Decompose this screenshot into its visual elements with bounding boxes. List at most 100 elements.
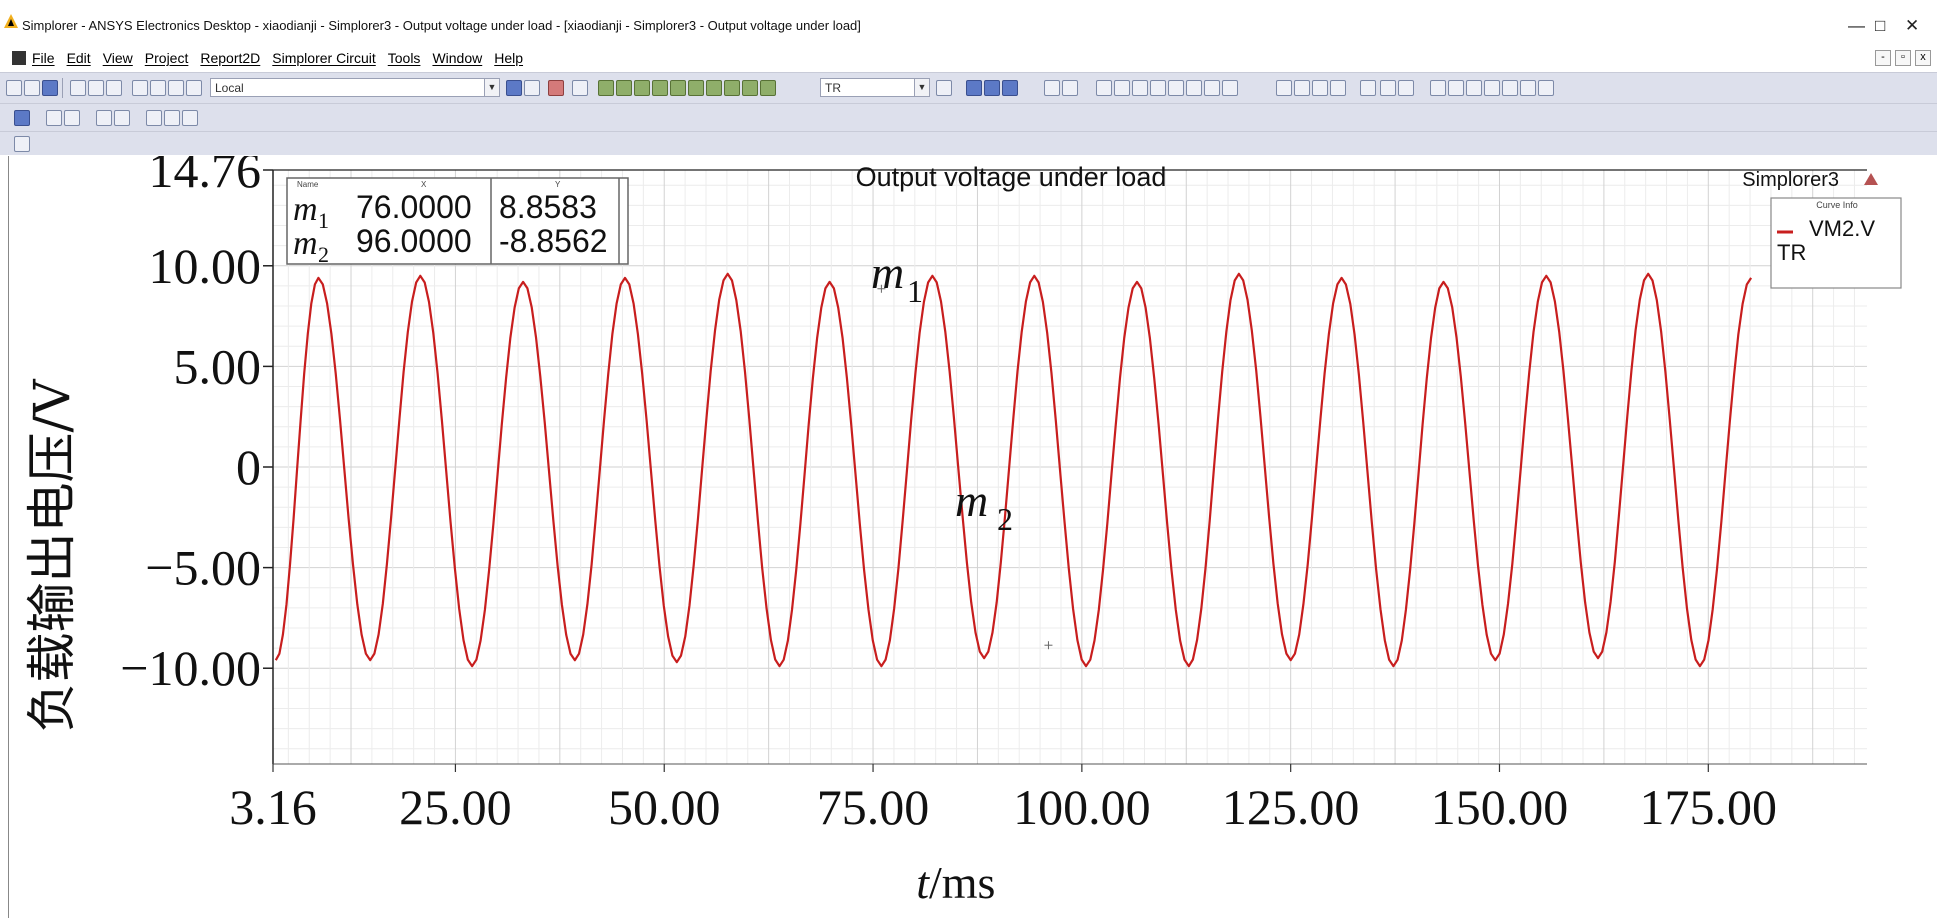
plot-icon-5[interactable] xyxy=(670,80,686,96)
y-tick-label: 10.00 xyxy=(149,238,262,294)
nav-prev-icon[interactable] xyxy=(1294,80,1310,96)
marker-label-m2-sub: 2 xyxy=(997,501,1013,537)
x-tick-label: 3.16 xyxy=(229,779,317,835)
layout-icon-1[interactable] xyxy=(1380,80,1396,96)
menu-edit[interactable]: Edit xyxy=(67,50,91,66)
marker-table-header-name: Name xyxy=(297,180,319,189)
layout-icon-3[interactable] xyxy=(1430,80,1446,96)
plot-icon-2[interactable] xyxy=(616,80,632,96)
legend-series-sub: TR xyxy=(1777,240,1806,265)
delete-icon[interactable] xyxy=(150,80,166,96)
menu-tools[interactable]: Tools xyxy=(388,50,421,66)
rotate-icon[interactable] xyxy=(46,110,62,126)
x-axis-label-unit: /ms xyxy=(929,857,995,908)
camera-icon[interactable] xyxy=(1360,80,1376,96)
redo-icon[interactable] xyxy=(186,80,202,96)
minimize-button[interactable]: — xyxy=(1848,16,1865,36)
layout-icon-7[interactable] xyxy=(1502,80,1518,96)
pause-icon[interactable] xyxy=(984,80,1000,96)
analysis-location-combo[interactable]: Local ▼ xyxy=(210,78,500,97)
plot-icon-10[interactable] xyxy=(760,80,776,96)
zoom-icon-8[interactable] xyxy=(1222,80,1238,96)
chevron-down-icon[interactable]: ▼ xyxy=(484,79,499,96)
menu-file[interactable]: File xyxy=(32,50,55,66)
zoom-icon-5[interactable] xyxy=(1168,80,1184,96)
menu-view[interactable]: View xyxy=(103,50,133,66)
print-icon[interactable] xyxy=(132,80,148,96)
zoom-icon-2[interactable] xyxy=(1114,80,1130,96)
zoom-icon-3[interactable] xyxy=(1132,80,1148,96)
legend[interactable]: Curve Info VM2.V TR xyxy=(1770,197,1902,289)
zoom-icon-7[interactable] xyxy=(1204,80,1220,96)
probe-icon[interactable] xyxy=(1044,80,1060,96)
chart-svg[interactable]: 14.76 10.00 5.00 0 −5.00 −10.00 3.16 25.00 50.00… xyxy=(9,156,1933,918)
plot-icon-6[interactable] xyxy=(688,80,704,96)
marker-icon[interactable] xyxy=(1062,80,1078,96)
open-icon[interactable] xyxy=(24,80,40,96)
zoom-icon-1[interactable] xyxy=(1096,80,1112,96)
restore-button[interactable]: □ xyxy=(1875,16,1885,36)
marker-row1-sub: 1 xyxy=(318,208,329,233)
cut-icon[interactable] xyxy=(70,80,86,96)
nav-last-icon[interactable] xyxy=(1330,80,1346,96)
nav-first-icon[interactable] xyxy=(1276,80,1292,96)
close-button[interactable]: ✕ xyxy=(1905,16,1919,36)
analyze-icon[interactable] xyxy=(506,80,522,96)
toolbar-separator xyxy=(62,78,63,98)
select-icon[interactable] xyxy=(164,110,180,126)
stop-icon[interactable] xyxy=(548,80,564,96)
menu-project[interactable]: Project xyxy=(145,50,189,66)
chevron-down-icon[interactable]: ▼ xyxy=(914,79,929,96)
zoom-out-icon[interactable] xyxy=(146,110,162,126)
plot-icon-3[interactable] xyxy=(634,80,650,96)
layout-icon-9[interactable] xyxy=(1538,80,1554,96)
layout-icon-6[interactable] xyxy=(1484,80,1500,96)
plot-icon-9[interactable] xyxy=(742,80,758,96)
plot-icon-7[interactable] xyxy=(706,80,722,96)
layout-icon-8[interactable] xyxy=(1520,80,1536,96)
new-icon[interactable] xyxy=(6,80,22,96)
nav-next-icon[interactable] xyxy=(1312,80,1328,96)
report-icon[interactable] xyxy=(572,80,588,96)
marker-row1-y: 8.8583 xyxy=(499,189,597,225)
zoom-icon-4[interactable] xyxy=(1150,80,1166,96)
mdi-restore-button[interactable]: ▫ xyxy=(1895,50,1911,66)
layout-icon-4[interactable] xyxy=(1448,80,1464,96)
marker-row2-y: -8.8562 xyxy=(499,223,608,259)
mdi-minimize-button[interactable]: - xyxy=(1875,50,1891,66)
x-tick-label: 175.00 xyxy=(1640,779,1778,835)
y-tick-label: 0 xyxy=(236,439,261,495)
menu-simplorer-circuit[interactable]: Simplorer Circuit xyxy=(272,50,375,66)
report-tool-icon[interactable] xyxy=(14,136,30,152)
marker-label-m1: m xyxy=(871,247,904,298)
plot-icon-8[interactable] xyxy=(724,80,740,96)
app-menu-icon[interactable] xyxy=(12,51,26,65)
mdi-close-button[interactable]: x xyxy=(1915,50,1931,66)
brush-icon[interactable] xyxy=(182,110,198,126)
marker-table[interactable]: Name X Y m 1 76.0000 8.8583 m 2 96.0000 … xyxy=(286,177,629,267)
solution-combo[interactable]: TR ▼ xyxy=(820,78,930,97)
save-icon[interactable] xyxy=(42,80,58,96)
run-icon[interactable] xyxy=(966,80,982,96)
menu-report2d[interactable]: Report2D xyxy=(200,50,260,66)
menu-window[interactable]: Window xyxy=(432,50,482,66)
solve-icon[interactable] xyxy=(524,80,540,96)
copy-icon[interactable] xyxy=(88,80,104,96)
plot-icon-4[interactable] xyxy=(652,80,668,96)
pan-icon[interactable] xyxy=(64,110,80,126)
fit-icon[interactable] xyxy=(96,110,112,126)
y-tick-label: 14.76 xyxy=(149,156,262,198)
layout-icon-2[interactable] xyxy=(1398,80,1414,96)
layout-icon-5[interactable] xyxy=(1466,80,1482,96)
plot-icon-1[interactable] xyxy=(598,80,614,96)
menu-help[interactable]: Help xyxy=(494,50,523,66)
options-icon[interactable] xyxy=(936,80,952,96)
zoom-icon-6[interactable] xyxy=(1186,80,1202,96)
help-icon[interactable] xyxy=(14,110,30,126)
paste-icon[interactable] xyxy=(106,80,122,96)
zoom-in-icon[interactable] xyxy=(114,110,130,126)
undo-icon[interactable] xyxy=(168,80,184,96)
window-title-bar: Simplorer - ANSYS Electronics Desktop - … xyxy=(0,0,1937,42)
step-icon[interactable] xyxy=(1002,80,1018,96)
report-plot-window[interactable]: 14.76 10.00 5.00 0 −5.00 −10.00 3.16 25.00 50.00… xyxy=(8,156,1933,918)
